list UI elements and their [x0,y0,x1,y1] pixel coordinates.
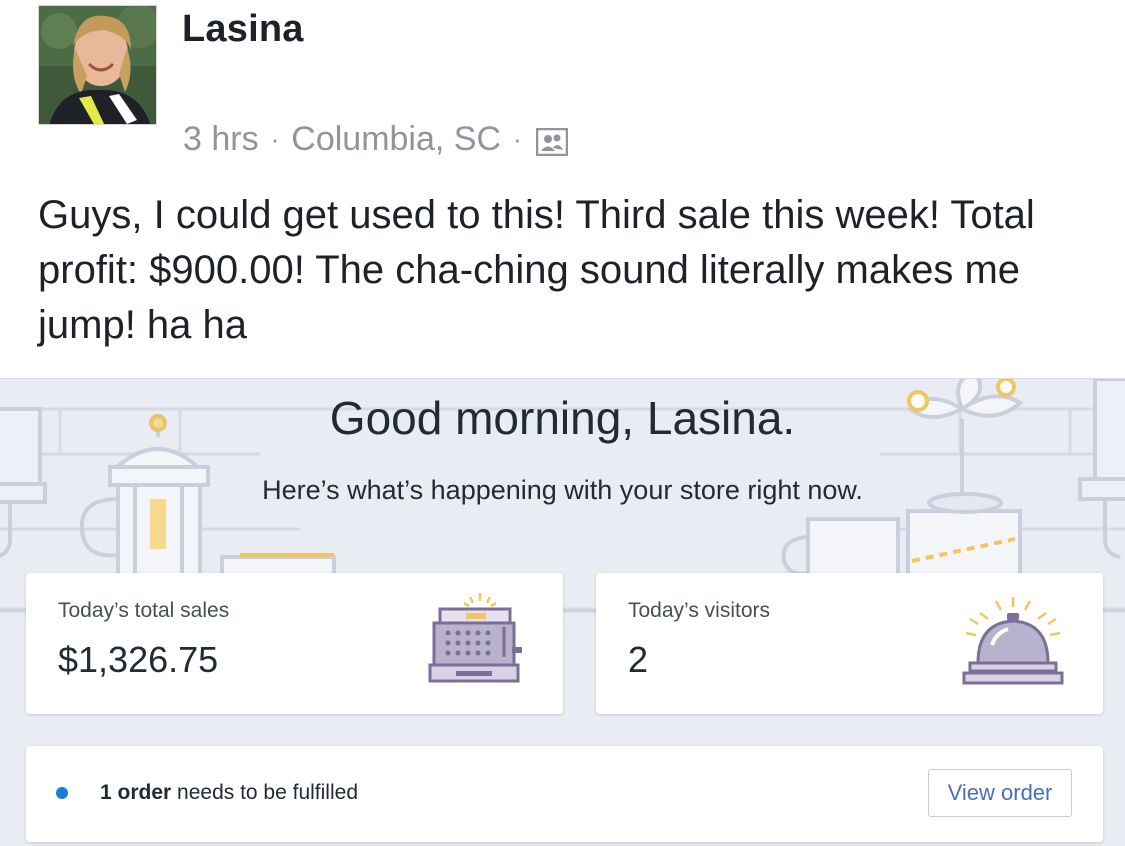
post-location[interactable]: Columbia, SC [291,120,501,159]
visitors-card[interactable]: Today’s visitors 2 [596,573,1103,714]
post-time[interactable]: 3 hrs [183,120,259,159]
meta-separator: · [513,124,522,154]
store-dashboard: Good morning, Lasina. Here’s what’s happ… [0,378,1125,846]
total-sales-value: $1,326.75 [58,639,219,680]
greeting-subtitle: Here’s what’s happening with your store … [262,475,863,505]
visitors-label: Today’s visitors [628,599,770,622]
status-dot [56,787,68,799]
service-bell-icon [962,597,1064,685]
facebook-post: Lasina 3 hrs · Columbia, SC · Guys, I co… [0,0,1125,378]
order-count: 1 order [100,781,172,804]
cash-register-icon [428,593,522,683]
greeting-title: Good morning, Lasina. [329,392,796,444]
author-name[interactable]: Lasina [182,8,304,51]
post-meta: 3 hrs · Columbia, SC · [183,120,568,159]
total-sales-card[interactable]: Today’s total sales $1,326.75 [26,573,563,714]
author-avatar[interactable] [38,5,157,125]
friends-icon[interactable] [535,126,568,156]
view-order-button[interactable]: View order [928,769,1072,817]
post-body: Guys, I could get used to this! Third sa… [38,193,1035,347]
total-sales-label: Today’s total sales [58,599,230,622]
visitors-value: 2 [628,639,649,680]
orders-message: 1 order needs to be fulfilled [100,781,358,805]
meta-separator: · [270,124,280,154]
orders-message-rest: needs to be fulfilled [171,781,358,804]
orders-to-fulfill-card: 1 order needs to be fulfilled View order [26,746,1103,842]
